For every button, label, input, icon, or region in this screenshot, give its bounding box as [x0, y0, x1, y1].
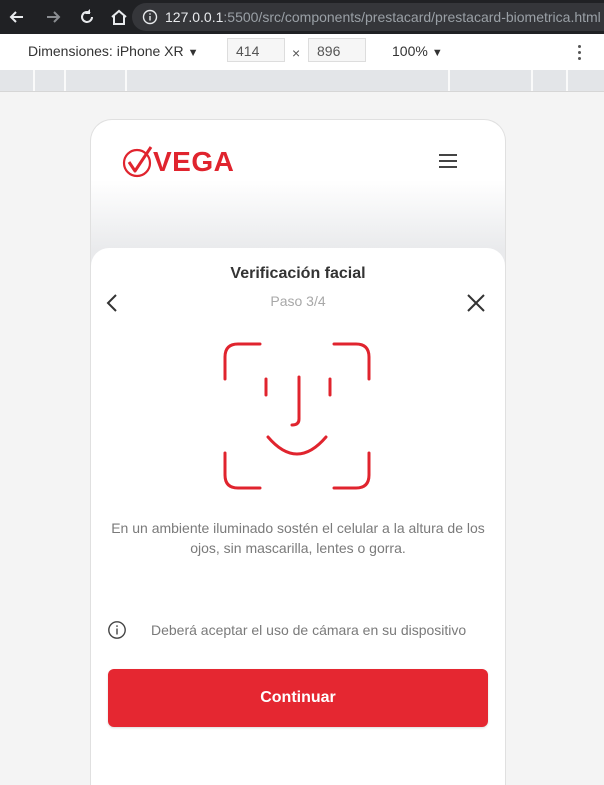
device-toolbar: Dimensiones: iPhone XR ▼ 414 × 896 100% ▼ — [0, 34, 604, 71]
continue-button[interactable]: Continuar — [108, 669, 488, 727]
address-bar[interactable]: 127.0.0.1:5500/src/components/prestacard… — [132, 3, 604, 31]
media-query-ruler — [0, 70, 604, 92]
home-icon[interactable] — [108, 6, 130, 28]
camera-notice: Deberá aceptar el uso de cámara en su di… — [107, 619, 497, 641]
caret-down-icon: ▼ — [187, 47, 199, 59]
device-viewport: VEGA Verificación facial Paso 3/4 En un … — [90, 119, 506, 785]
info-icon — [108, 621, 126, 639]
url-host: 127.0.0.1 — [165, 9, 224, 25]
notice-text: Deberá aceptar el uso de cámara en su di… — [151, 622, 467, 638]
card-title: Verificación facial — [230, 265, 366, 282]
url-text: 127.0.0.1:5500/src/components/prestacard… — [165, 9, 601, 25]
zoom-label: 100% — [392, 43, 428, 59]
forward-arrow-icon[interactable] — [42, 6, 64, 28]
zoom-select[interactable]: 100% ▼ — [392, 43, 443, 59]
device-label: Dimensiones: iPhone XR — [28, 43, 184, 59]
logo-text: VEGA — [153, 146, 235, 177]
caret-down-icon: ▼ — [431, 47, 443, 59]
chevron-left-icon[interactable] — [103, 292, 123, 314]
url-path: :5500/src/components/prestacard/prestaca… — [223, 9, 601, 25]
reload-icon[interactable] — [76, 6, 98, 28]
close-icon[interactable] — [465, 292, 487, 314]
device-select[interactable]: Dimensiones: iPhone XR ▼ — [28, 43, 199, 59]
step-indicator: Paso 3/4 — [270, 293, 326, 309]
more-options-icon[interactable] — [575, 42, 583, 62]
site-info-icon[interactable] — [142, 9, 158, 25]
vega-logo[interactable]: VEGA — [121, 144, 234, 180]
back-arrow-icon[interactable] — [6, 6, 28, 28]
face-id-icon — [223, 342, 371, 490]
instruction-text: En un ambiente iluminado sostén el celul… — [111, 520, 485, 556]
dimension-separator: × — [292, 45, 301, 61]
height-input[interactable]: 896 — [308, 38, 366, 62]
verification-card: Verificación facial Paso 3/4 En un ambie… — [91, 248, 505, 785]
browser-toolbar: 127.0.0.1:5500/src/components/prestacard… — [0, 0, 604, 34]
width-input[interactable]: 414 — [227, 38, 285, 62]
hamburger-menu-icon[interactable] — [439, 154, 457, 168]
checkmark-logo-icon — [122, 146, 153, 178]
